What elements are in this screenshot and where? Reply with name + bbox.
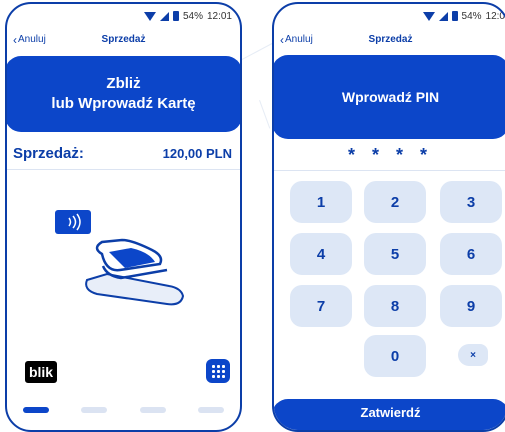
signal-icon — [438, 11, 448, 21]
contactless-card-icon — [55, 210, 91, 234]
page-dot — [197, 407, 224, 413]
divider — [7, 169, 240, 170]
background-line — [259, 100, 271, 129]
confirm-button[interactable]: Zatwierdź — [274, 399, 505, 430]
key-2[interactable]: 2 — [364, 181, 426, 223]
nav-title: Sprzedaż — [368, 34, 413, 45]
key-6[interactable]: 6 — [440, 233, 502, 275]
contactless-terminal-illustration — [55, 210, 185, 306]
battery-percent: 54% — [182, 10, 203, 22]
clock: 12:01 — [206, 10, 232, 22]
pin-mask: * * * * — [347, 145, 434, 165]
key-5[interactable]: 5 — [364, 233, 426, 275]
keypad-icon — [211, 364, 225, 378]
status-bar: 54% 12:01 — [143, 8, 232, 24]
page-dot — [139, 407, 166, 413]
sale-amount: 120,00 PLN — [162, 146, 232, 161]
phone-pin-entry: 54% 12:0 ‹ Anuluj Sprzedaż Wprowadź PIN … — [272, 2, 505, 432]
clock: 12:0 — [485, 10, 505, 22]
terminal-icon — [85, 238, 185, 306]
key-9[interactable]: 9 — [440, 285, 502, 327]
keypad-button[interactable] — [206, 359, 230, 383]
key-1[interactable]: 1 — [290, 181, 352, 223]
status-bar: 54% 12:0 — [422, 8, 505, 24]
battery-percent: 54% — [461, 10, 482, 22]
battery-icon — [172, 11, 179, 21]
nav-title: Sprzedaż — [101, 34, 146, 45]
page-dot — [81, 407, 108, 413]
signal-icon — [159, 11, 169, 21]
wifi-icon — [422, 11, 435, 21]
prompt-banner: Zbliż lub Wprowadź Kartę — [7, 56, 240, 132]
key-4[interactable]: 4 — [290, 233, 352, 275]
key-0[interactable]: 0 — [364, 335, 426, 377]
battery-icon — [451, 11, 458, 21]
close-icon: × — [470, 349, 476, 361]
prompt-line-2: lub Wprowadź Kartę — [51, 95, 196, 112]
confirm-label: Zatwierdź — [360, 405, 421, 420]
prompt-line-1: Zbliż — [106, 75, 141, 92]
backspace-button[interactable]: × — [458, 344, 488, 366]
key-7[interactable]: 7 — [290, 285, 352, 327]
key-8[interactable]: 8 — [364, 285, 426, 327]
key-3[interactable]: 3 — [440, 181, 502, 223]
blik-logo[interactable]: blik — [25, 361, 57, 383]
pin-prompt: Wprowadź PIN — [341, 89, 440, 105]
wifi-icon — [143, 11, 156, 21]
page-dot-active — [23, 407, 49, 413]
sale-summary: Sprzedaż: 120,00 PLN — [13, 145, 232, 162]
nav-bar: ‹ Anuluj Sprzedaż — [274, 32, 505, 50]
nav-bar: ‹ Anuluj Sprzedaż — [7, 32, 240, 50]
page-indicator — [23, 407, 224, 413]
sale-label: Sprzedaż: — [13, 145, 84, 162]
phone-card-payment: 54% 12:01 ‹ Anuluj Sprzedaż Zbliż lub Wp… — [5, 2, 242, 432]
pin-prompt-banner: Wprowadź PIN — [274, 55, 505, 139]
divider — [274, 170, 505, 171]
